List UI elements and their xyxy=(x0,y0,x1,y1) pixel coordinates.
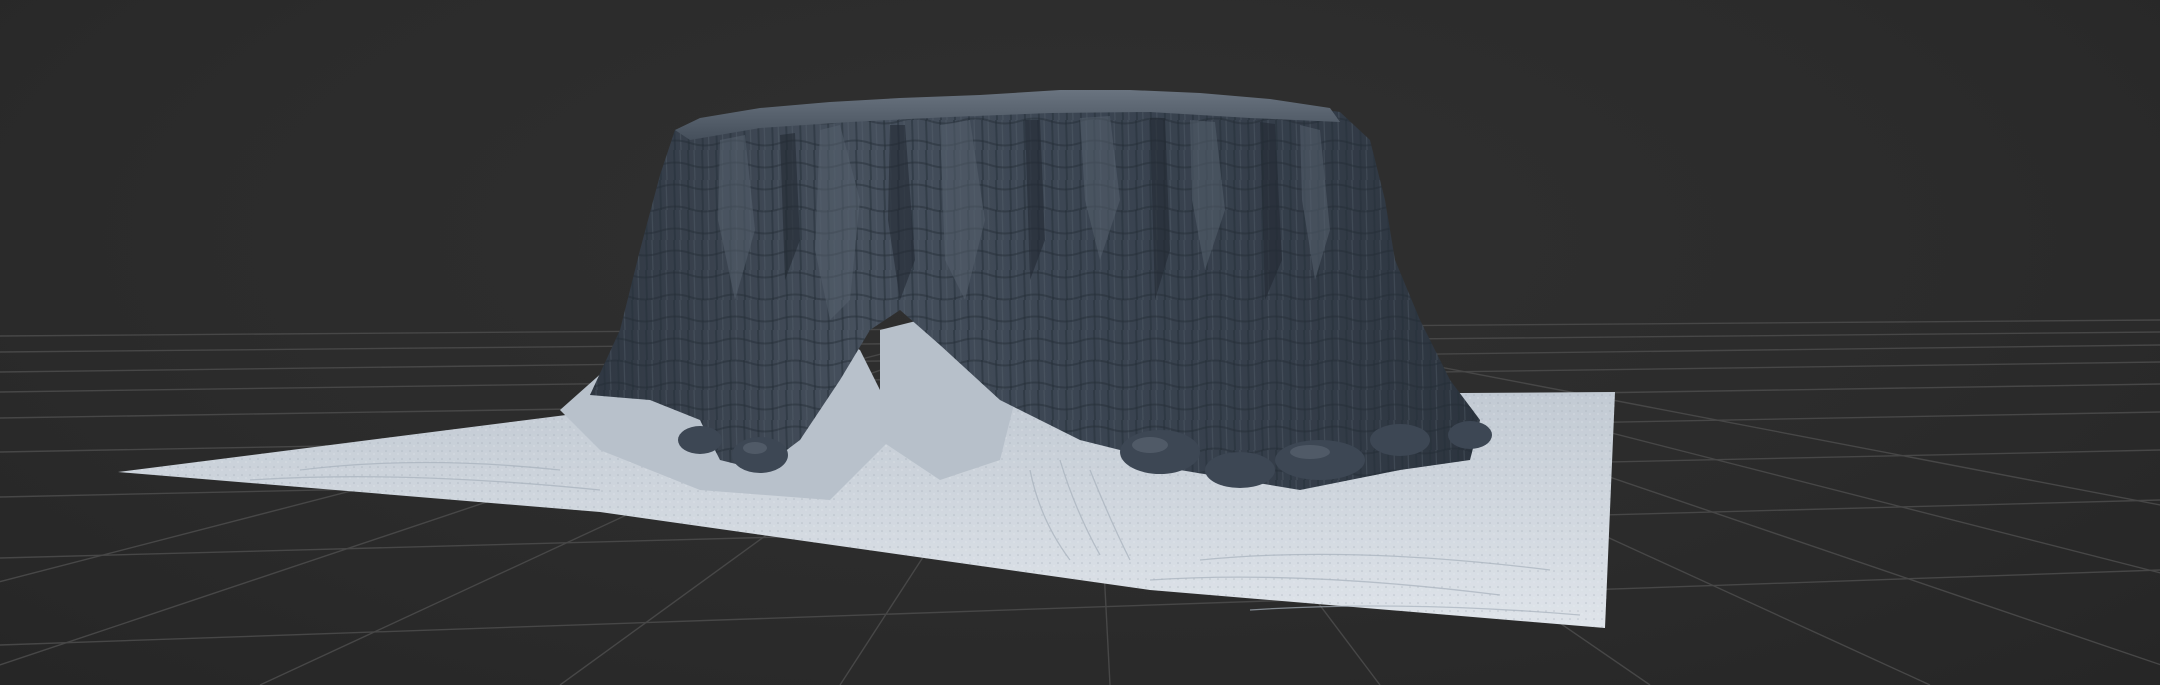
3d-viewport[interactable] xyxy=(0,0,2160,685)
viewport-canvas[interactable] xyxy=(0,0,2160,685)
